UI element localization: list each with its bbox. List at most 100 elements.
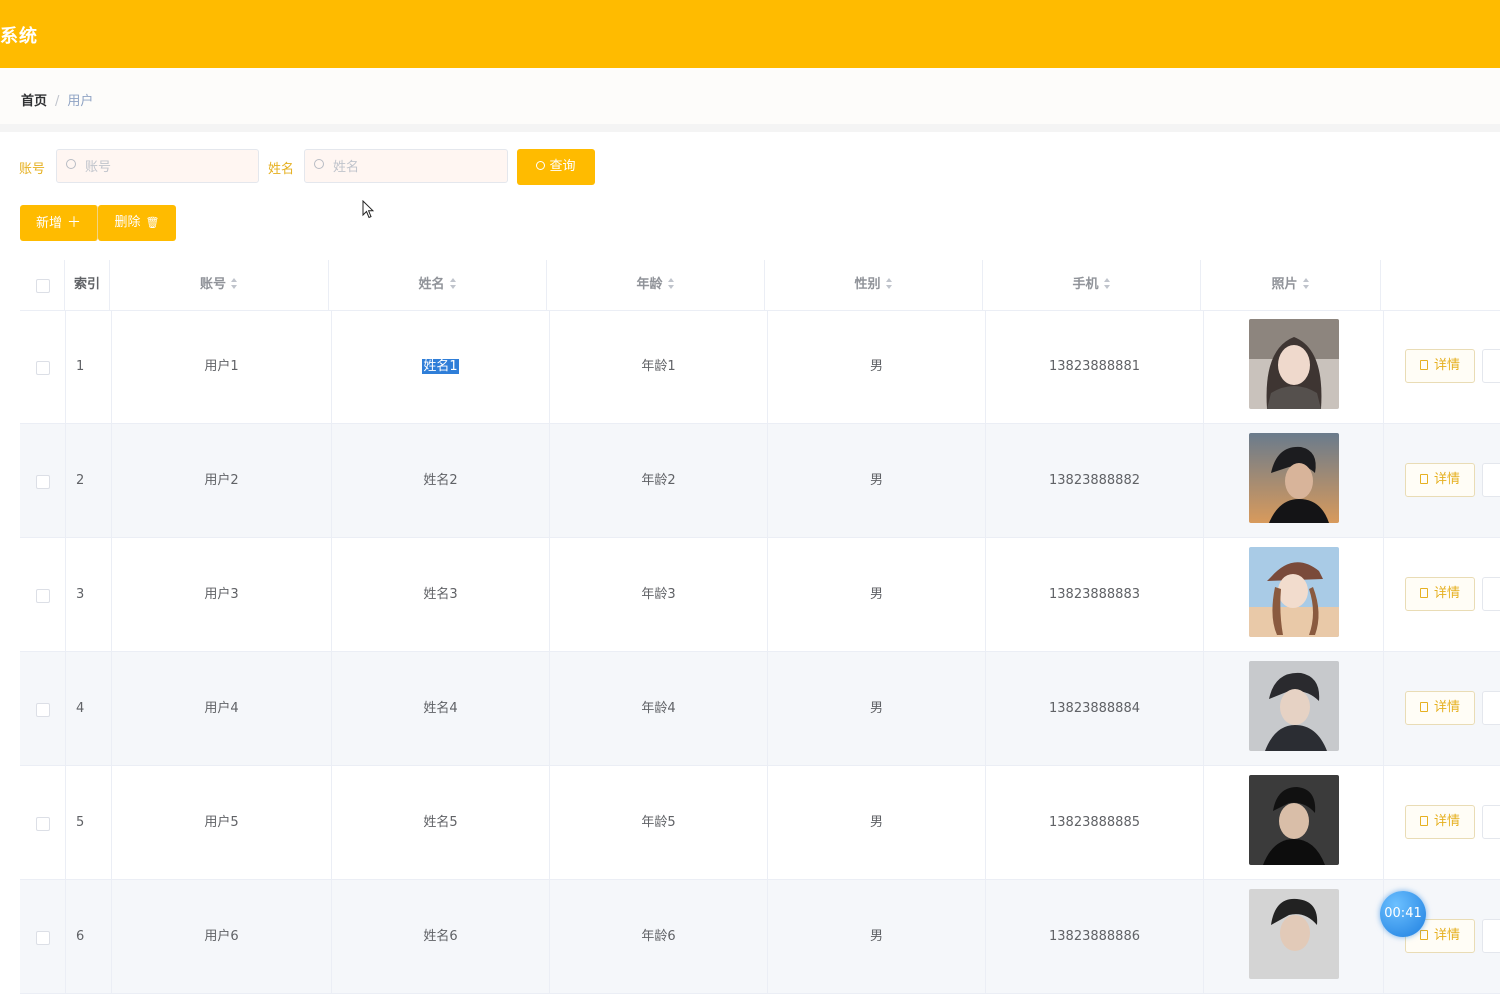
column-header-account[interactable]: 账号 [110,260,329,310]
user-photo [1249,433,1339,523]
detail-button[interactable]: 详情 [1405,463,1475,497]
detail-button[interactable]: 详情 [1405,805,1475,839]
index-cell: 4 [66,652,112,765]
plus-icon: ＋ [67,215,81,231]
row-checkbox[interactable] [36,931,50,945]
sort-icon[interactable] [449,278,457,289]
name-cell: 姓名3 [332,538,550,651]
account-cell: 用户5 [112,766,332,879]
sort-icon[interactable] [231,278,238,289]
user-photo [1249,661,1339,751]
name-search-input[interactable] [331,150,495,184]
name-search-field[interactable] [304,149,508,184]
gender-cell: 男 [768,538,986,651]
edit-button[interactable] [1482,577,1500,611]
column-header-label: 年龄 [636,277,663,292]
edit-button[interactable] [1482,349,1500,383]
breadcrumb-home[interactable]: 首页 [21,94,47,109]
row-checkbox[interactable] [36,703,50,717]
table-row[interactable]: 6 用户6 姓名6 年龄6 男 13823888886 详情 [20,880,1500,994]
table-row[interactable]: 3 用户3 姓名3 年龄3 男 13823888883 详情 [20,538,1500,652]
detail-button-label: 详情 [1433,358,1460,373]
age-cell: 年龄2 [550,424,768,537]
index-cell: 6 [66,880,112,993]
edit-button[interactable] [1482,691,1500,725]
breadcrumb-bar: 首页 / 用户 [0,70,1500,124]
sort-icon[interactable] [1302,278,1310,289]
query-button[interactable]: 查询 [517,149,595,185]
account-cell: 用户1 [112,310,332,423]
account-cell: 用户3 [112,538,332,651]
account-search-input[interactable] [83,150,247,184]
document-icon [1419,473,1428,484]
column-header-name[interactable]: 姓名 [329,260,547,310]
row-checkbox[interactable] [36,817,50,831]
column-header-label: 手机 [1072,277,1099,292]
account-cell: 用户2 [112,424,332,537]
sort-icon[interactable] [667,278,675,289]
row-select-cell [20,310,66,423]
recording-timer[interactable]: 00:41 [1380,891,1426,937]
table-row[interactable]: 5 用户5 姓名5 年龄5 男 13823888885 详情 [20,766,1500,880]
account-search-field[interactable] [56,149,259,184]
detail-button[interactable]: 详情 [1405,577,1475,611]
row-select-cell [20,652,66,765]
table-row[interactable]: 4 用户4 姓名4 年龄4 男 13823888884 详情 [20,652,1500,766]
column-header-gender[interactable]: 性别 [765,260,983,310]
edit-button[interactable] [1482,919,1500,953]
age-cell: 年龄4 [550,652,768,765]
mouse-cursor-icon [362,200,374,219]
add-button-label: 新增 [35,216,62,231]
edit-button[interactable] [1482,463,1500,497]
sort-icon[interactable] [1103,278,1111,289]
detail-button[interactable]: 详情 [1405,349,1475,383]
age-cell: 年龄6 [550,880,768,993]
account-filter-label: 账号 [19,162,46,177]
delete-button[interactable]: 删除 🗑 [98,205,176,241]
user-photo [1249,319,1339,409]
phone-cell: 13823888881 [986,310,1204,423]
phone-cell: 13823888883 [986,538,1204,651]
row-select-cell [20,424,66,537]
index-cell: 5 [66,766,112,879]
column-header-age[interactable]: 年龄 [547,260,765,310]
detail-button[interactable]: 详情 [1405,691,1475,725]
column-header-phone[interactable]: 手机 [983,260,1201,310]
age-cell: 年龄3 [550,538,768,651]
column-header-label: 性别 [854,277,881,292]
search-icon [314,159,324,169]
row-checkbox[interactable] [36,361,50,375]
row-checkbox[interactable] [36,475,50,489]
user-photo [1249,775,1339,865]
phone-cell: 13823888884 [986,652,1204,765]
phone-cell: 13823888882 [986,424,1204,537]
phone-cell: 13823888886 [986,880,1204,993]
breadcrumb: 首页 / 用户 [21,90,93,109]
row-select-cell [20,766,66,879]
column-header-index: 索引 [65,260,110,310]
column-header-photo[interactable]: 照片 [1201,260,1381,310]
detail-button-label: 详情 [1433,814,1460,829]
top-header-bar: 系统 [0,0,1500,68]
document-icon [1419,587,1428,598]
column-header-label: 姓名 [418,277,445,292]
table-row[interactable]: 1 用户1 姓名1 年龄1 男 13823888881 详情 [20,310,1500,424]
gender-cell: 男 [768,880,986,993]
name-cell: 姓名6 [332,880,550,993]
age-cell: 年龄1 [550,310,768,423]
phone-cell: 13823888885 [986,766,1204,879]
table-row[interactable]: 2 用户2 姓名2 年龄2 男 13823888882 详情 [20,424,1500,538]
sort-icon[interactable] [885,278,893,289]
row-checkbox[interactable] [36,589,50,603]
add-button[interactable]: 新增 ＋ [20,205,98,241]
account-cell: 用户4 [112,652,332,765]
select-all-checkbox[interactable] [36,279,50,293]
detail-button-label: 详情 [1433,928,1460,943]
age-cell: 年龄5 [550,766,768,879]
row-select-cell [20,538,66,651]
section-divider [0,124,1500,132]
edit-button[interactable] [1482,805,1500,839]
user-photo [1249,547,1339,637]
name-cell: 姓名4 [332,652,550,765]
index-cell: 3 [66,538,112,651]
